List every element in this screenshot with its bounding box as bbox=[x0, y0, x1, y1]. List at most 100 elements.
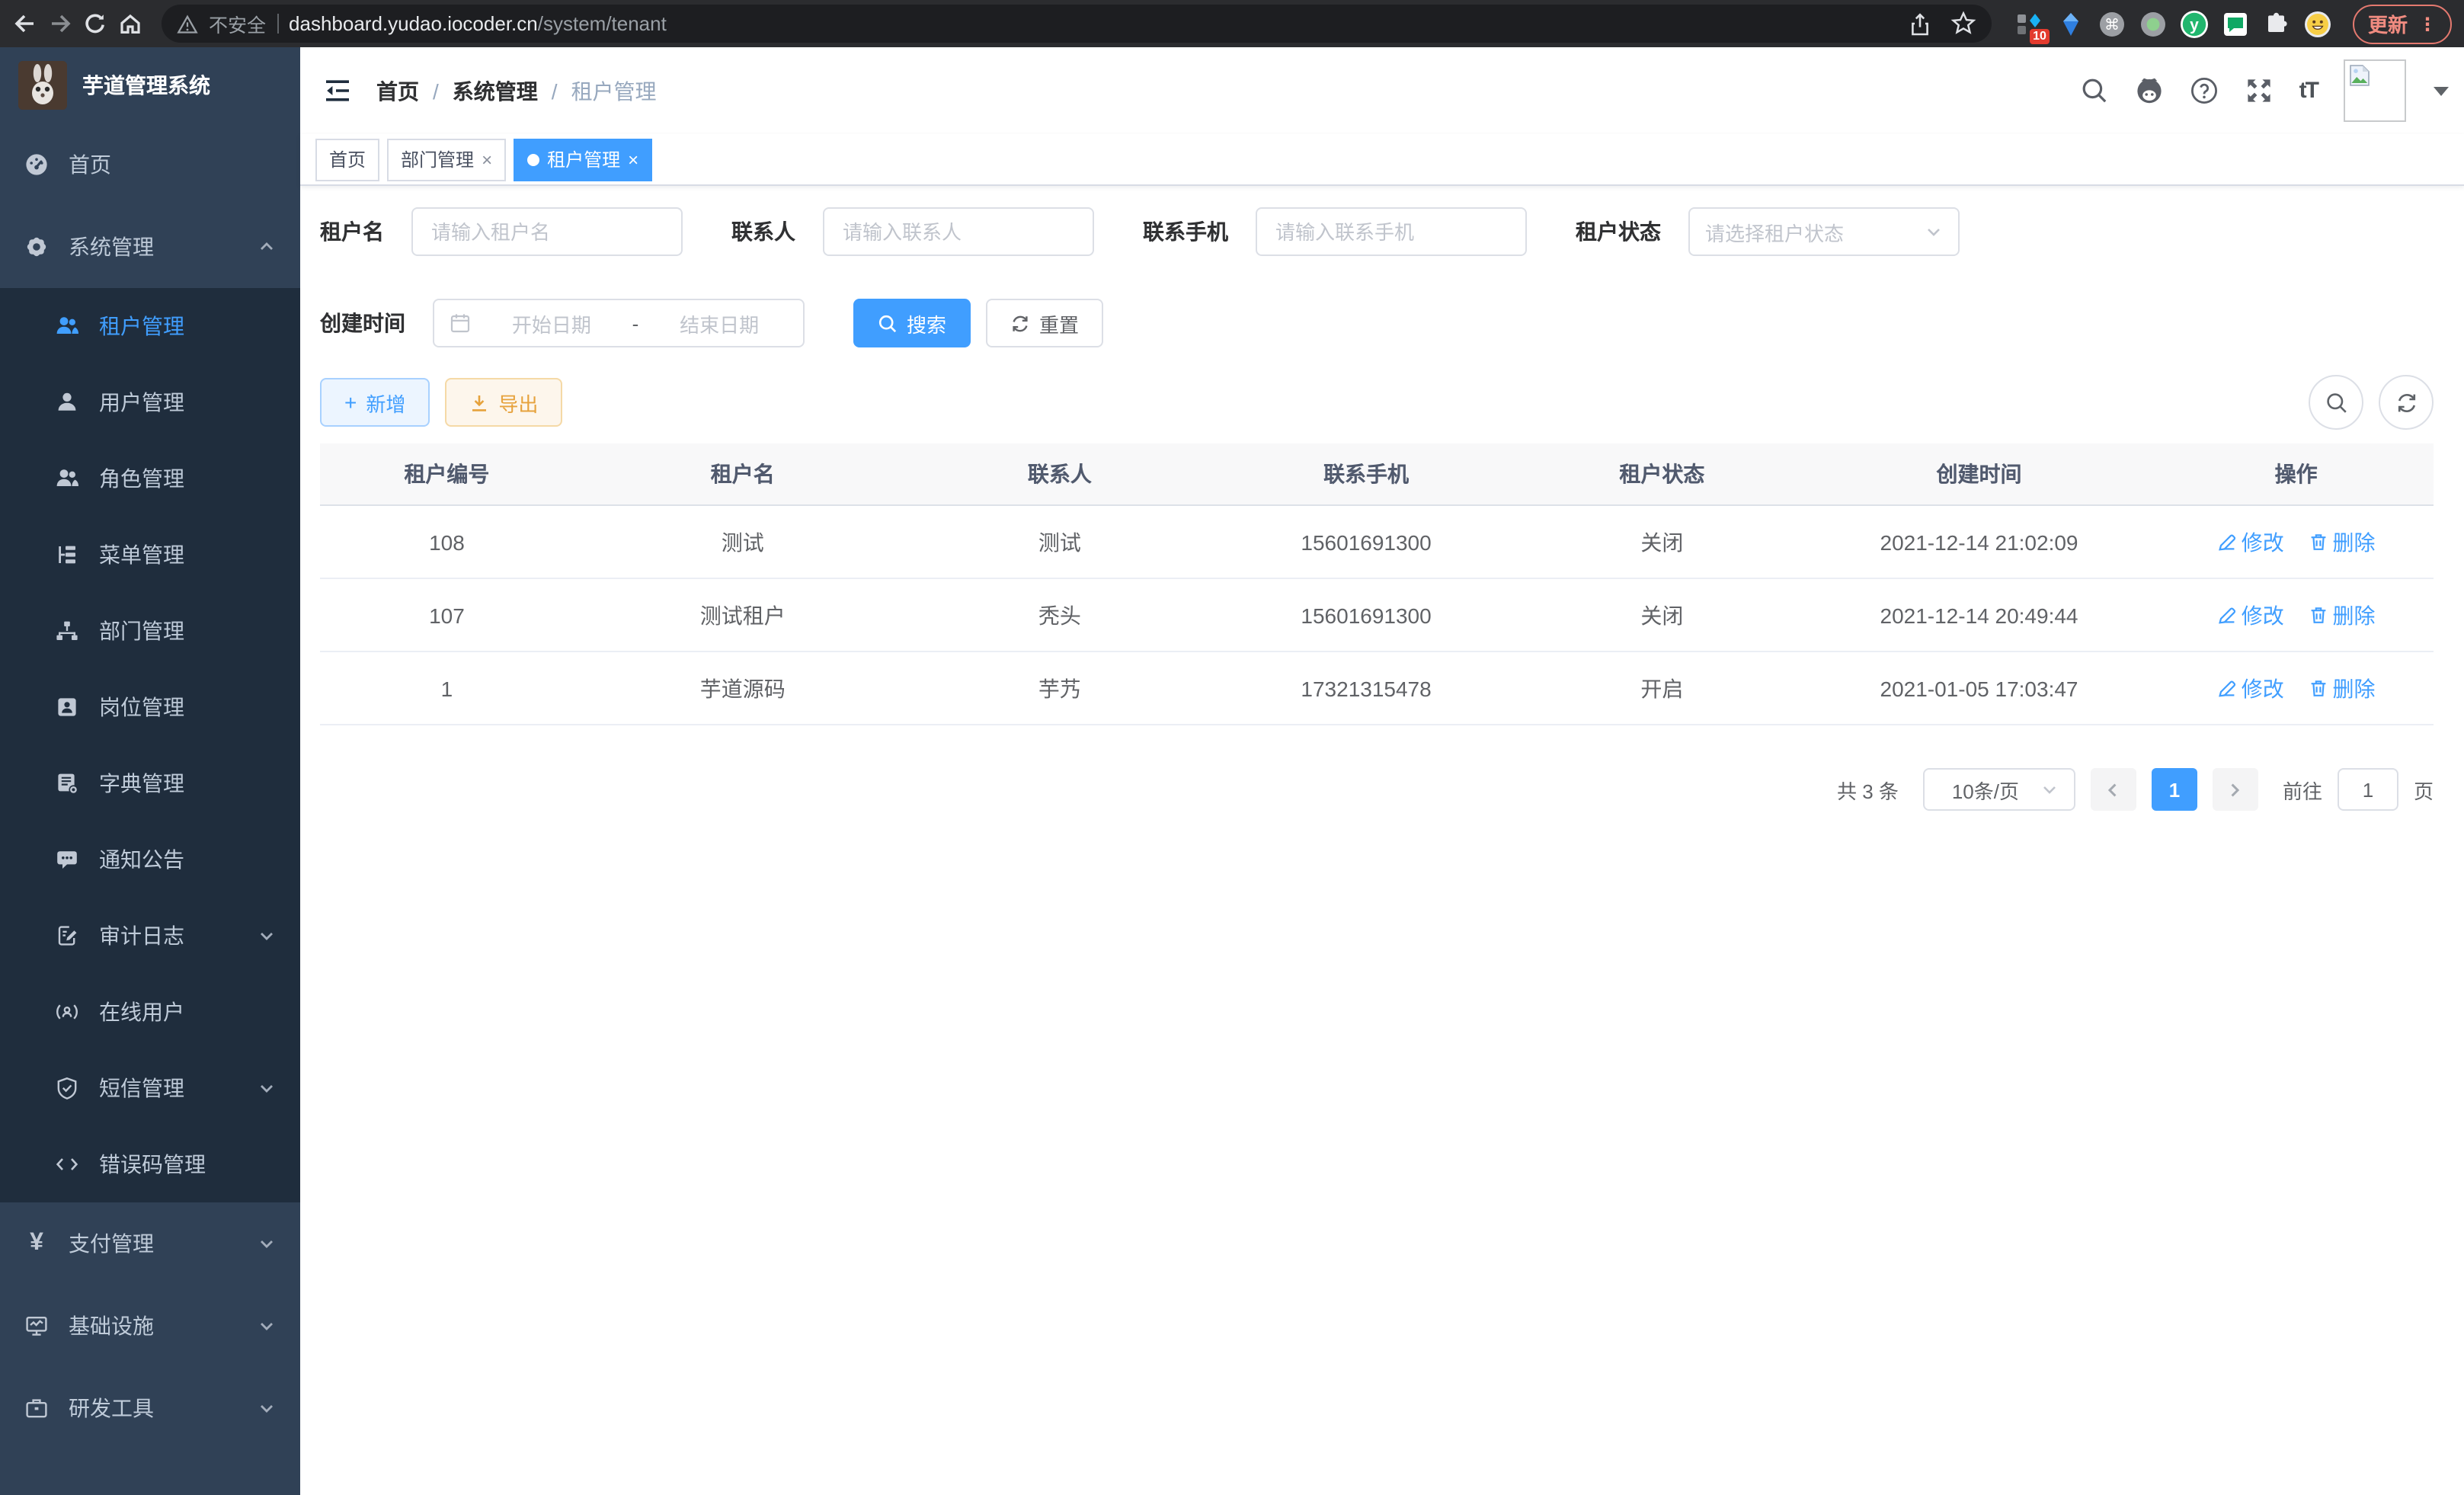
delete-link[interactable]: 删除 bbox=[2309, 673, 2376, 703]
reload-icon[interactable] bbox=[82, 11, 108, 37]
tenant-name-input[interactable] bbox=[411, 207, 683, 256]
page-size-select[interactable]: 10条/页 bbox=[1923, 768, 2075, 811]
delete-link[interactable]: 删除 bbox=[2309, 600, 2376, 630]
browser-menu-dots-icon[interactable]: ⋮ bbox=[2418, 13, 2437, 34]
calendar-icon bbox=[450, 312, 471, 334]
refresh-table-button[interactable] bbox=[2379, 375, 2434, 430]
close-icon[interactable]: × bbox=[482, 150, 492, 168]
tab-tenant[interactable]: 租户管理 × bbox=[514, 138, 652, 181]
edit-link[interactable]: 修改 bbox=[2217, 600, 2284, 630]
sidebar-item-post[interactable]: 岗位管理 bbox=[0, 669, 300, 745]
yudao-extension-icon[interactable]: y bbox=[2181, 10, 2208, 37]
date-start-placeholder: 开始日期 bbox=[483, 309, 620, 338]
user-avatar[interactable] bbox=[2344, 59, 2406, 122]
sidebar-item-label: 研发工具 bbox=[69, 1393, 154, 1423]
browser-update-button[interactable]: 更新 ⋮ bbox=[2353, 4, 2452, 43]
font-size-icon[interactable]: tT bbox=[2299, 78, 2318, 104]
profile-avatar-icon[interactable] bbox=[2304, 10, 2331, 37]
sidebar-item-role[interactable]: 角色管理 bbox=[0, 440, 300, 517]
sidebar-item-tools[interactable]: 研发工具 bbox=[0, 1367, 300, 1449]
url-host[interactable]: dashboard.yudao.iocoder.cn bbox=[289, 12, 538, 35]
sidebar-logo[interactable]: 芋道管理系统 bbox=[0, 47, 300, 123]
cell-tenant-id: 107 bbox=[320, 578, 574, 651]
export-button[interactable]: 导出 bbox=[445, 378, 562, 427]
sidebar-item-online[interactable]: 在线用户 bbox=[0, 974, 300, 1050]
refresh-icon bbox=[2395, 391, 2418, 414]
breadcrumb-separator: / bbox=[433, 78, 439, 103]
edit-link[interactable]: 修改 bbox=[2217, 527, 2284, 557]
sidebar-item-home[interactable]: 首页 bbox=[0, 123, 300, 206]
search-button[interactable]: 搜索 bbox=[853, 299, 971, 347]
forward-icon[interactable] bbox=[47, 11, 73, 37]
search-icon[interactable] bbox=[2080, 76, 2109, 105]
sidebar-item-notice[interactable]: 通知公告 bbox=[0, 821, 300, 898]
recorder-extension-icon[interactable] bbox=[2139, 10, 2167, 37]
sidebar-item-pay[interactable]: ¥ 支付管理 bbox=[0, 1202, 300, 1285]
help-icon[interactable] bbox=[2190, 76, 2219, 105]
message-icon bbox=[55, 847, 79, 872]
github-icon[interactable] bbox=[2135, 76, 2164, 105]
status-select[interactable]: 请选择租户状态 bbox=[1688, 207, 1960, 256]
command-extension-icon[interactable]: ⌘ bbox=[2098, 10, 2126, 37]
sidebar-item-label: 错误码管理 bbox=[99, 1149, 206, 1180]
tab-home[interactable]: 首页 bbox=[315, 138, 379, 181]
sidebar-item-audit[interactable]: 审计日志 bbox=[0, 898, 300, 974]
tab-dept[interactable]: 部门管理 × bbox=[387, 138, 506, 181]
breadcrumb-home[interactable]: 首页 bbox=[376, 75, 419, 106]
address-bar[interactable]: 不安全 dashboard.yudao.iocoder.cn/system/te… bbox=[162, 5, 1992, 43]
close-icon[interactable]: × bbox=[628, 150, 638, 168]
bookmark-star-icon[interactable] bbox=[1950, 11, 1976, 37]
cell-tenant-name: 测试租户 bbox=[574, 578, 912, 651]
sidebar-item-dict[interactable]: 字典管理 bbox=[0, 745, 300, 821]
table-header-row: 租户编号 租户名 联系人 联系手机 租户状态 创建时间 操作 bbox=[320, 443, 2434, 505]
date-range-input[interactable]: 开始日期 - 结束日期 bbox=[433, 299, 805, 347]
trash-icon bbox=[2309, 605, 2328, 625]
sidebar-item-user[interactable]: 用户管理 bbox=[0, 364, 300, 440]
extensions-puzzle-icon[interactable] bbox=[2263, 10, 2290, 37]
breadcrumb-system[interactable]: 系统管理 bbox=[453, 75, 538, 106]
contact-input[interactable] bbox=[823, 207, 1094, 256]
cell-contact: 芋艿 bbox=[912, 651, 1208, 725]
sidebar-item-system[interactable]: 系统管理 bbox=[0, 206, 300, 288]
next-page-button[interactable] bbox=[2213, 768, 2258, 811]
show-search-toggle-button[interactable] bbox=[2309, 375, 2363, 430]
sidebar-item-errcode[interactable]: 错误码管理 bbox=[0, 1126, 300, 1202]
security-label[interactable]: 不安全 bbox=[209, 9, 266, 38]
delete-link[interactable]: 删除 bbox=[2309, 527, 2376, 557]
add-button[interactable]: + 新增 bbox=[320, 378, 430, 427]
home-icon[interactable] bbox=[117, 11, 143, 37]
prev-page-button[interactable] bbox=[2091, 768, 2136, 811]
sidebar-toggle-icon[interactable] bbox=[323, 76, 352, 105]
sidebar-item-tenant[interactable]: 租户管理 bbox=[0, 288, 300, 364]
col-tenant-name: 租户名 bbox=[574, 443, 912, 505]
goto-page-input[interactable] bbox=[2338, 768, 2398, 811]
export-button-label: 导出 bbox=[498, 388, 538, 417]
current-page-button[interactable]: 1 bbox=[2152, 768, 2197, 811]
sidebar-item-menu[interactable]: 菜单管理 bbox=[0, 517, 300, 593]
url-path[interactable]: /system/tenant bbox=[538, 12, 667, 35]
cell-status: 关闭 bbox=[1525, 505, 1800, 578]
kite-extension-icon[interactable] bbox=[2057, 10, 2085, 37]
share-icon[interactable] bbox=[1908, 11, 1932, 36]
avatar-dropdown-caret-icon[interactable] bbox=[2434, 86, 2449, 95]
chat-extension-icon[interactable] bbox=[2222, 10, 2249, 37]
sidebar-item-dept[interactable]: 部门管理 bbox=[0, 593, 300, 669]
sidebar-item-sms[interactable]: 短信管理 bbox=[0, 1050, 300, 1126]
mobile-input[interactable] bbox=[1256, 207, 1527, 256]
sidebar-item-infra[interactable]: 基础设施 bbox=[0, 1285, 300, 1367]
extension-grid-icon[interactable]: 10 bbox=[2016, 10, 2043, 37]
not-secure-warning-icon[interactable] bbox=[177, 13, 198, 34]
fullscreen-icon[interactable] bbox=[2245, 76, 2274, 105]
cell-mobile: 15601691300 bbox=[1208, 578, 1525, 651]
edit-link[interactable]: 修改 bbox=[2217, 673, 2284, 703]
reset-button[interactable]: 重置 bbox=[986, 299, 1103, 347]
filter-label-contact: 联系人 bbox=[731, 216, 795, 247]
goto-label: 前往 bbox=[2283, 775, 2322, 804]
download-icon bbox=[469, 392, 489, 412]
dashboard-icon bbox=[24, 152, 49, 177]
briefcase-icon bbox=[24, 1396, 49, 1420]
chevron-left-icon bbox=[2105, 781, 2122, 798]
back-icon[interactable] bbox=[12, 11, 38, 37]
sidebar-item-label: 部门管理 bbox=[99, 616, 184, 646]
breadcrumb: 首页 / 系统管理 / 租户管理 bbox=[376, 75, 657, 106]
